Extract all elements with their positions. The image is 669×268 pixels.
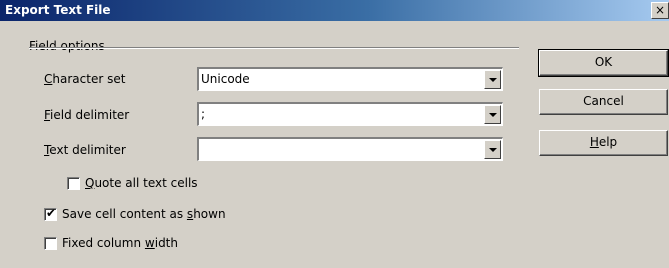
window-title: Export Text File xyxy=(5,3,111,17)
title-bar[interactable]: Export Text File × xyxy=(0,0,669,21)
field-delimiter-select[interactable]: ; xyxy=(197,102,503,126)
save-cell-content-checkbox[interactable]: ✔ xyxy=(44,206,57,221)
field-delimiter-label: Field delimiter xyxy=(44,108,130,122)
quote-all-text-cells-checkbox[interactable] xyxy=(67,177,80,190)
text-delimiter-select[interactable] xyxy=(197,137,503,161)
character-set-value: Unicode xyxy=(201,72,250,86)
character-set-select[interactable]: Unicode xyxy=(197,67,503,91)
field-options-separator xyxy=(29,47,519,49)
cancel-button[interactable]: Cancel xyxy=(539,89,668,115)
export-text-file-dialog: Export Text File × Field options Charact… xyxy=(0,0,669,268)
text-delimiter-label: Text delimiter xyxy=(44,143,126,157)
close-button[interactable]: × xyxy=(651,2,669,19)
quote-all-text-cells-label: Quote all text cells xyxy=(85,176,198,190)
checkmark-icon: ✔ xyxy=(46,206,57,220)
chevron-down-icon[interactable] xyxy=(484,140,501,159)
help-button[interactable]: Help xyxy=(539,130,668,156)
save-cell-content-label: Save cell content as shown xyxy=(62,207,226,221)
chevron-down-icon[interactable] xyxy=(484,105,501,124)
fixed-column-width-label: Fixed column width xyxy=(62,236,178,250)
chevron-down-icon[interactable] xyxy=(484,70,501,89)
ok-button[interactable]: OK xyxy=(538,49,669,77)
field-options-legend: Field options xyxy=(29,39,111,53)
field-delimiter-value: ; xyxy=(201,107,206,121)
fixed-column-width-checkbox[interactable] xyxy=(44,237,57,250)
character-set-label: Character set xyxy=(44,72,126,86)
close-icon: × xyxy=(654,3,666,17)
